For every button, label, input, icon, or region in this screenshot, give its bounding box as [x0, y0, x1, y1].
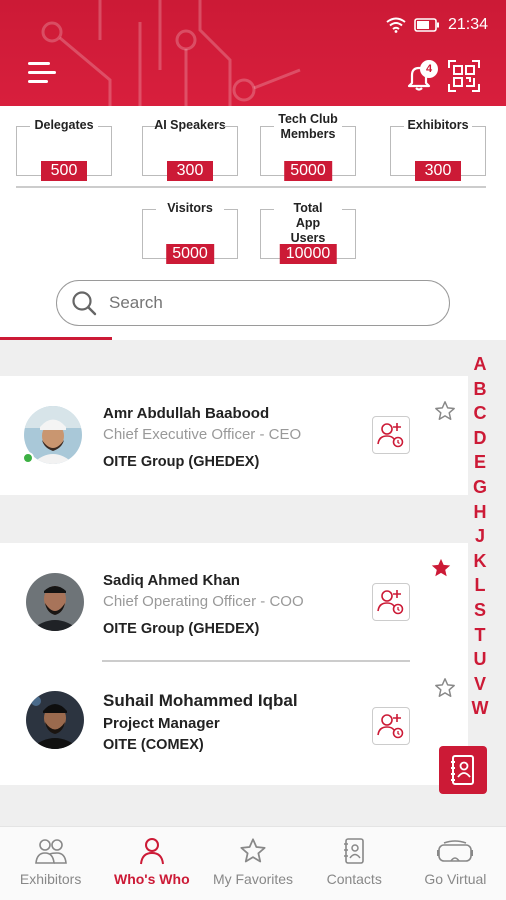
- nav-my-favorites[interactable]: My Favorites: [202, 827, 303, 900]
- alphabet-letter[interactable]: A: [468, 352, 492, 377]
- people-icon: [34, 839, 67, 864]
- add-contact-button[interactable]: [372, 707, 410, 745]
- app-header: 21:34 4: [0, 0, 506, 106]
- stat-label: Delegates: [34, 118, 94, 132]
- contact-book-icon: [344, 838, 365, 864]
- person-organization: OITE (COMEX): [103, 737, 204, 753]
- stat-delegates: Delegates 500: [16, 118, 112, 181]
- stat-ai-speakers: AI Speakers 300: [142, 118, 238, 181]
- online-indicator: [22, 452, 34, 464]
- stat-total-app-users: Total App Users 10000: [260, 201, 356, 264]
- nav-whos-who[interactable]: Who's Who: [101, 827, 202, 900]
- nav-label: Who's Who: [113, 871, 190, 887]
- person-photo: [26, 573, 84, 631]
- person-title: Chief Operating Officer - COO: [103, 593, 304, 610]
- qr-scan-button[interactable]: [448, 60, 480, 92]
- alphabet-letter[interactable]: E: [468, 450, 492, 475]
- stat-value: 5000: [166, 244, 214, 264]
- nav-contacts[interactable]: Contacts: [304, 827, 405, 900]
- alphabet-letter[interactable]: H: [468, 500, 492, 525]
- battery-icon: [414, 18, 439, 32]
- bottom-navigation: Exhibitors Who's Who My Favorites Contac…: [0, 826, 506, 900]
- stat-value: 10000: [279, 244, 337, 264]
- search-input[interactable]: [109, 293, 409, 313]
- avatar: [26, 691, 84, 749]
- alphabet-letter[interactable]: W: [468, 696, 492, 721]
- stat-value: 5000: [284, 161, 332, 181]
- notifications-button[interactable]: 4: [404, 60, 438, 92]
- stat-label: Tech Club Members: [278, 112, 338, 141]
- add-contact-button[interactable]: [372, 416, 410, 454]
- alphabet-letter[interactable]: J: [468, 524, 492, 549]
- stat-label: Visitors: [167, 201, 213, 215]
- alphabet-letter[interactable]: S: [468, 598, 492, 623]
- person-icon: [139, 838, 164, 865]
- stat-label: AI Speakers: [154, 118, 226, 132]
- search-icon: [72, 291, 97, 316]
- add-contact-button[interactable]: [372, 583, 410, 621]
- stats-divider: [16, 186, 486, 188]
- search-box[interactable]: [56, 280, 450, 326]
- stat-label: Exhibitors: [407, 118, 469, 132]
- nav-label: Exhibitors: [19, 871, 82, 887]
- address-book-icon: [451, 755, 474, 785]
- star-filled-icon[interactable]: [430, 557, 452, 579]
- star-outline-icon[interactable]: [434, 400, 456, 422]
- alphabet-letter[interactable]: D: [468, 426, 492, 451]
- alphabet-letter[interactable]: T: [468, 623, 492, 648]
- status-bar: 21:34: [386, 16, 488, 34]
- star-icon: [240, 838, 266, 863]
- person-name: Sadiq Ahmed Khan: [103, 572, 240, 589]
- menu-button[interactable]: [28, 62, 56, 88]
- alphabet-letter[interactable]: C: [468, 401, 492, 426]
- add-person-icon: [377, 714, 404, 739]
- add-person-icon: [377, 423, 404, 448]
- person-name: Amr Abdullah Baabood: [103, 405, 270, 422]
- stat-label: Total App Users: [290, 201, 326, 245]
- alphabet-letter[interactable]: L: [468, 573, 492, 598]
- card-separator: [102, 660, 410, 662]
- nav-go-virtual[interactable]: Go Virtual: [405, 827, 506, 900]
- clock: 21:34: [447, 16, 488, 33]
- nav-label: Contacts: [326, 871, 382, 887]
- wifi-icon: [386, 17, 406, 33]
- nav-exhibitors[interactable]: Exhibitors: [0, 827, 101, 900]
- nav-label: My Favorites: [212, 871, 294, 887]
- alphabet-letter[interactable]: U: [468, 647, 492, 672]
- add-person-icon: [377, 590, 404, 615]
- nav-label: Go Virtual: [424, 871, 487, 887]
- person-organization: OITE Group (GHEDEX): [103, 454, 260, 470]
- alphabet-index[interactable]: A B C D E G H J K L S T U V W: [468, 352, 492, 721]
- star-outline-icon[interactable]: [434, 677, 456, 699]
- person-card[interactable]: Amr Abdullah Baabood Chief Executive Off…: [0, 376, 468, 495]
- stat-exhibitors: Exhibitors 300: [390, 118, 486, 181]
- person-organization: OITE Group (GHEDEX): [103, 621, 260, 637]
- avatar: [26, 573, 84, 631]
- contacts-fab-button[interactable]: [439, 746, 487, 794]
- person-name: Suhail Mohammed Iqbal: [103, 691, 298, 710]
- alphabet-letter[interactable]: V: [468, 672, 492, 697]
- stat-visitors: Visitors 5000: [142, 201, 238, 264]
- stat-value: 300: [167, 161, 213, 181]
- stat-value: 500: [41, 161, 87, 181]
- person-title: Chief Executive Officer - CEO: [103, 426, 302, 443]
- alphabet-letter[interactable]: K: [468, 549, 492, 574]
- person-title: Project Manager: [103, 715, 220, 732]
- person-card-group: Sadiq Ahmed Khan Chief Operating Officer…: [0, 543, 468, 785]
- notification-badge: 4: [420, 60, 438, 78]
- person-photo: [26, 691, 84, 749]
- alphabet-letter[interactable]: B: [468, 377, 492, 402]
- alphabet-letter[interactable]: G: [468, 475, 492, 500]
- vr-headset-icon: [437, 840, 474, 862]
- qr-code-icon: [448, 60, 480, 92]
- hamburger-icon: [28, 62, 50, 65]
- stat-tech-club-members: Tech Club Members 5000: [260, 112, 356, 181]
- stat-value: 300: [415, 161, 461, 181]
